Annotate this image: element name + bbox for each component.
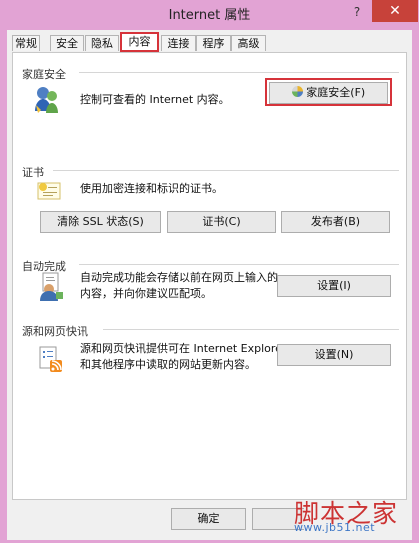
feeds-title: 源和网页快讯 <box>22 325 88 338</box>
family-safety-description: 控制可查看的 Internet 内容。 <box>80 93 230 106</box>
feeds-icon <box>37 345 65 373</box>
content-panel: 家庭安全 控制可查看的 Internet 内容。 家庭安全(F) 证书 使用加密… <box>12 52 407 500</box>
certificate-icon <box>35 179 63 203</box>
autocomplete-description-line1: 自动完成功能会存储以前在网页上输入的 <box>80 271 278 284</box>
certificates-description: 使用加密连接和标识的证书。 <box>80 182 223 195</box>
feeds-settings-button[interactable]: 设置(N) <box>277 344 391 366</box>
divider <box>79 72 399 73</box>
ok-button[interactable]: 确定 <box>171 508 246 530</box>
help-button[interactable]: ? <box>350 5 364 21</box>
autocomplete-description-line2: 内容，并向你建议匹配项。 <box>80 287 212 300</box>
tab-content[interactable]: 内容 <box>120 32 159 52</box>
certificates-button[interactable]: 证书(C) <box>167 211 276 233</box>
feeds-description-line1: 源和网页快讯提供可在 Internet Explorer <box>80 342 287 355</box>
family-safety-title: 家庭安全 <box>22 68 66 81</box>
clear-ssl-state-button[interactable]: 清除 SSL 状态(S) <box>40 211 161 233</box>
watermark-url: www.jb51.net <box>294 521 376 534</box>
close-button[interactable]: ✕ <box>372 0 418 22</box>
shield-icon <box>291 86 303 97</box>
tab-connections[interactable]: 连接 <box>161 35 196 51</box>
family-safety-icon <box>31 83 63 115</box>
dialog: 常规 安全 隐私 内容 连接 程序 高级 家庭安全 控制可查看的 Interne… <box>7 30 412 540</box>
divider <box>53 170 399 171</box>
autocomplete-settings-button[interactable]: 设置(I) <box>277 275 391 297</box>
family-safety-button[interactable]: 家庭安全(F) <box>269 82 388 104</box>
divider <box>79 264 399 265</box>
tab-privacy[interactable]: 隐私 <box>85 35 119 51</box>
title-bar: Internet 属性 ? ✕ <box>0 0 419 28</box>
autocomplete-icon <box>37 271 65 301</box>
tab-general[interactable]: 常规 <box>12 35 40 51</box>
family-safety-button-label: 家庭安全(F) <box>306 86 366 99</box>
tab-programs[interactable]: 程序 <box>196 35 231 51</box>
publishers-button[interactable]: 发布者(B) <box>281 211 390 233</box>
feeds-description-line2: 和其他程序中读取的网站更新内容。 <box>80 358 256 371</box>
divider <box>103 329 399 330</box>
certificates-title: 证书 <box>22 166 44 179</box>
tab-security[interactable]: 安全 <box>50 35 84 51</box>
tab-advanced[interactable]: 高级 <box>231 35 266 51</box>
